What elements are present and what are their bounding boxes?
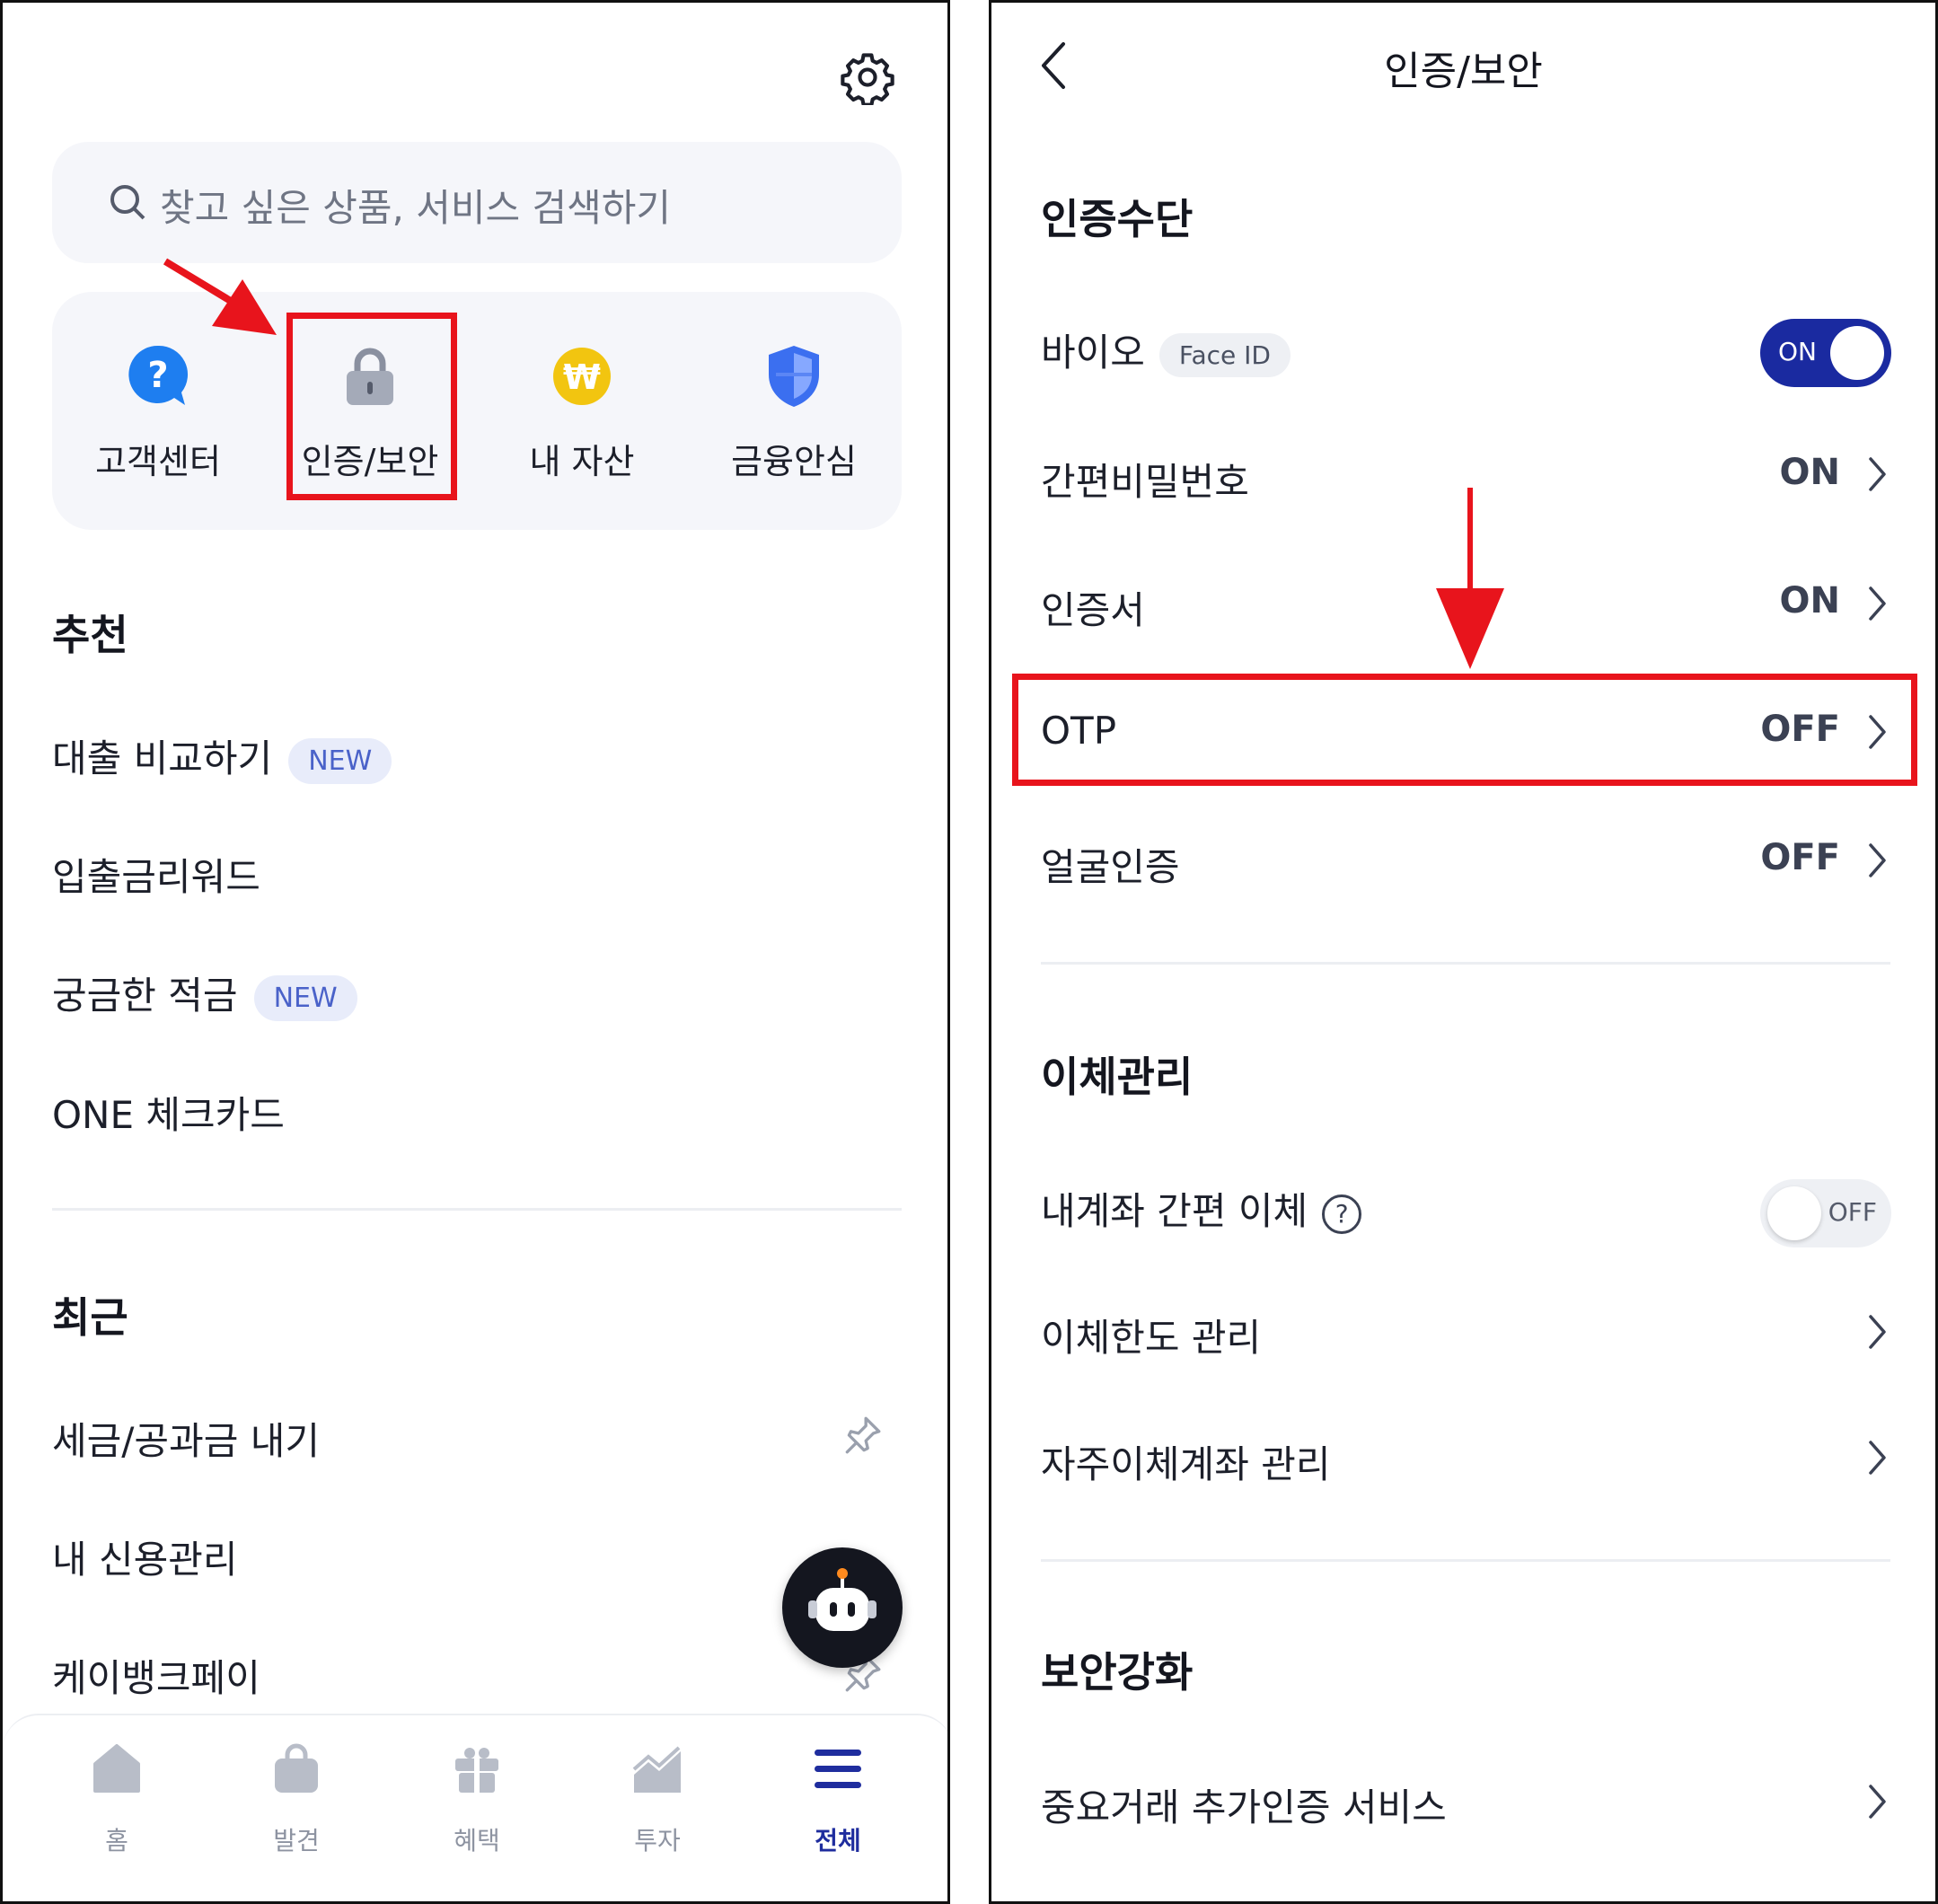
row-label: 내계좌 간편 이체 <box>1041 1189 1308 1233</box>
list-item[interactable]: 세금/공과금 내기 <box>52 1411 320 1466</box>
tab-label: 혜택 <box>454 1826 500 1856</box>
list-item-label: ONE 체크카드 <box>52 1093 285 1137</box>
list-item-label: 세금/공과금 내기 <box>52 1419 320 1463</box>
row-label: 이체한도 관리 <box>1041 1316 1262 1360</box>
quick-menu-label: 고객센터 <box>95 442 221 481</box>
all-menu-screen: 찾고 싶은 상품, 서비스 검색하기 ? 고객센터 인증/보안 ₩ 내 자산 금… <box>0 0 950 1904</box>
list-item-label: 궁금한 적금 <box>52 974 238 1018</box>
list-item[interactable]: 대출 비교하기 NEW <box>52 728 392 784</box>
highlight-box <box>286 313 457 500</box>
red-arrow-annotation <box>163 258 277 335</box>
highlight-box <box>1012 674 1917 786</box>
section-title-transfer: 이체관리 <box>1041 1053 1194 1101</box>
new-badge: NEW <box>253 975 357 1021</box>
question-bubble-icon: ? <box>128 345 189 405</box>
settings-row[interactable]: 인증서 <box>1041 580 1145 635</box>
row-label: 인증서 <box>1041 588 1145 632</box>
chevron-right-icon <box>1869 1441 1886 1475</box>
toggle-text: ON <box>1778 337 1817 366</box>
list-item[interactable]: 입출금리워드 <box>52 847 260 902</box>
page-title: 인증/보안 <box>1384 48 1543 94</box>
settings-row[interactable]: 얼굴인증 <box>1041 837 1180 892</box>
won-coin-icon: ₩ <box>553 348 611 405</box>
new-badge: NEW <box>288 738 392 784</box>
list-item-label: 대출 비교하기 <box>52 736 273 780</box>
list-item-label: 입출금리워드 <box>52 855 260 899</box>
face-id-badge: Face ID <box>1158 333 1291 377</box>
list-item[interactable]: 내 신용관리 <box>52 1529 238 1584</box>
tab-label: 발견 <box>273 1826 320 1856</box>
row-status: OFF <box>1760 837 1840 878</box>
settings-row[interactable]: 자주이체계좌 관리 <box>1041 1434 1330 1489</box>
red-arrow-annotation <box>1436 488 1504 669</box>
list-item[interactable]: 궁금한 적금 NEW <box>52 965 357 1021</box>
row-label: 간편비밀번호 <box>1041 460 1249 504</box>
gift-icon <box>455 1748 498 1793</box>
tab-label: 투자 <box>634 1826 681 1856</box>
chevron-right-icon <box>1869 843 1886 877</box>
quick-menu-my-assets[interactable]: ₩ 내 자산 <box>476 292 688 530</box>
row-label: 바이오 <box>1041 331 1145 375</box>
section-title-security: 보안강화 <box>1041 1648 1194 1697</box>
pin-icon[interactable] <box>840 1413 885 1458</box>
tab-discover[interactable]: 발견 <box>207 1733 386 1856</box>
list-item-label: 내 신용관리 <box>52 1538 238 1582</box>
list-item-label: 케이뱅크페이 <box>52 1656 260 1700</box>
list-item[interactable]: ONE 체크카드 <box>52 1085 285 1140</box>
row-label: 중요거래 추가인증 서비스 <box>1041 1785 1447 1829</box>
shield-icon <box>769 346 819 407</box>
divider <box>1041 962 1890 965</box>
simple-transfer-toggle[interactable]: OFF <box>1760 1179 1891 1247</box>
toggle-knob <box>1767 1186 1821 1240</box>
chatbot-button[interactable] <box>782 1547 903 1668</box>
tab-all[interactable]: 전체 <box>748 1733 928 1856</box>
shopping-bag-icon <box>275 1743 318 1793</box>
settings-row[interactable]: 중요거래 추가인증 서비스 <box>1041 1777 1447 1832</box>
tab-invest[interactable]: 투자 <box>568 1733 747 1856</box>
row-label: 얼굴인증 <box>1041 845 1180 889</box>
svg-text:?: ? <box>147 355 168 396</box>
search-bar[interactable]: 찾고 싶은 상품, 서비스 검색하기 <box>52 142 902 263</box>
bio-auth-row: 바이오 Face ID <box>1041 322 1291 377</box>
toggle-knob <box>1830 326 1884 380</box>
quick-menu-financial-safety[interactable]: 금융안심 <box>688 292 900 530</box>
chevron-right-icon <box>1869 457 1886 491</box>
settings-gear-icon[interactable] <box>840 49 895 105</box>
svg-text:₩: ₩ <box>563 357 601 397</box>
tab-benefits[interactable]: 혜택 <box>387 1733 567 1856</box>
help-icon[interactable]: ? <box>1322 1194 1362 1234</box>
row-status: ON <box>1779 580 1840 621</box>
row-label: 자주이체계좌 관리 <box>1041 1442 1331 1486</box>
quick-menu-label: 금융안심 <box>731 442 857 481</box>
auth-security-screen: 인증/보안 인증수단 바이오 Face ID ON 간편비밀번호 ON 인증서 O… <box>989 0 1938 1904</box>
divider <box>1041 1559 1890 1562</box>
list-item[interactable]: 케이뱅크페이 <box>52 1648 260 1703</box>
settings-row[interactable]: 간편비밀번호 <box>1041 452 1249 507</box>
section-title-recommended: 추천 <box>52 611 128 659</box>
chevron-right-icon <box>1869 586 1886 621</box>
chevron-right-icon <box>1869 1315 1886 1349</box>
section-title-recent: 최근 <box>52 1293 128 1342</box>
menu-icon <box>815 1750 861 1788</box>
chevron-right-icon <box>1869 1785 1886 1819</box>
chart-icon <box>632 1746 681 1793</box>
bottom-tab-bar: 홈 발견 혜택 투자 전체 <box>3 1714 947 1901</box>
search-icon <box>110 185 145 220</box>
tab-label: 홈 <box>105 1826 128 1856</box>
divider <box>52 1208 902 1211</box>
robot-icon <box>808 1568 877 1631</box>
home-icon <box>93 1744 140 1793</box>
simple-transfer-row: 내계좌 간편 이체? <box>1041 1181 1362 1236</box>
row-status: ON <box>1779 452 1840 493</box>
toggle-text: OFF <box>1828 1197 1877 1227</box>
tab-home[interactable]: 홈 <box>27 1733 207 1856</box>
bio-toggle[interactable]: ON <box>1760 319 1891 387</box>
quick-menu-label: 내 자산 <box>529 442 635 481</box>
search-placeholder: 찾고 싶은 상품, 서비스 검색하기 <box>160 186 672 230</box>
tab-label: 전체 <box>815 1826 861 1856</box>
section-title-auth-methods: 인증수단 <box>1041 195 1194 243</box>
settings-row[interactable]: 이체한도 관리 <box>1041 1308 1261 1362</box>
